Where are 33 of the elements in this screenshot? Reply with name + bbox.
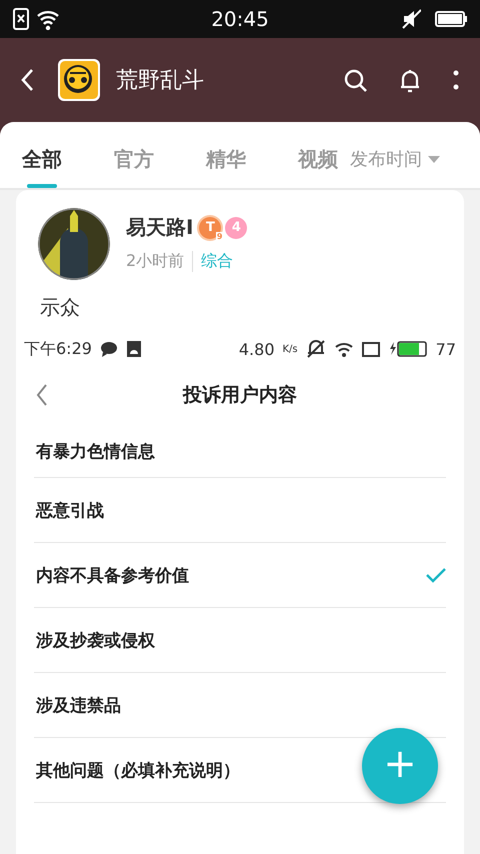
author-name[interactable]: 易天路I (126, 214, 194, 241)
screen-title: 投诉用户内容 (183, 383, 297, 408)
battery-icon (388, 340, 428, 358)
wifi-icon (334, 340, 354, 358)
report-option[interactable]: 有暴力色情信息 (34, 425, 446, 478)
speed-unit: K/s (282, 344, 298, 354)
report-option[interactable]: 涉及抄袭或侵权 (34, 608, 446, 673)
mute-bell-icon (306, 339, 326, 359)
status-time: 下午6:29 (24, 338, 92, 360)
back-icon (36, 384, 48, 406)
screen-icon (362, 340, 380, 358)
mute-icon (401, 8, 422, 30)
post-text: 示众 (39, 294, 81, 321)
chat-bubble-icon (100, 341, 118, 357)
game-logo-icon (58, 59, 100, 101)
more-icon (452, 69, 460, 91)
post-time: 2小时前 (126, 251, 194, 272)
battery-icon (435, 10, 468, 28)
notification-icon (126, 340, 142, 358)
report-option[interactable]: 内容不具备参考价值 (34, 543, 446, 608)
wifi-icon (36, 8, 60, 30)
battery-percent: 77 (436, 340, 456, 358)
sim-card-icon (12, 8, 30, 30)
report-option[interactable]: 恶意引战 (34, 478, 446, 543)
tab[interactable]: 全部 (22, 122, 62, 188)
caret-icon (428, 156, 440, 162)
network-speed: 4.80 (238, 340, 274, 358)
header-title: 荒野乱斗 (116, 67, 205, 95)
search-icon (343, 68, 368, 92)
status-time: 20:45 (211, 7, 269, 31)
back-icon (20, 68, 36, 92)
bell-icon (398, 68, 422, 92)
level-badge: 4 (225, 216, 248, 238)
